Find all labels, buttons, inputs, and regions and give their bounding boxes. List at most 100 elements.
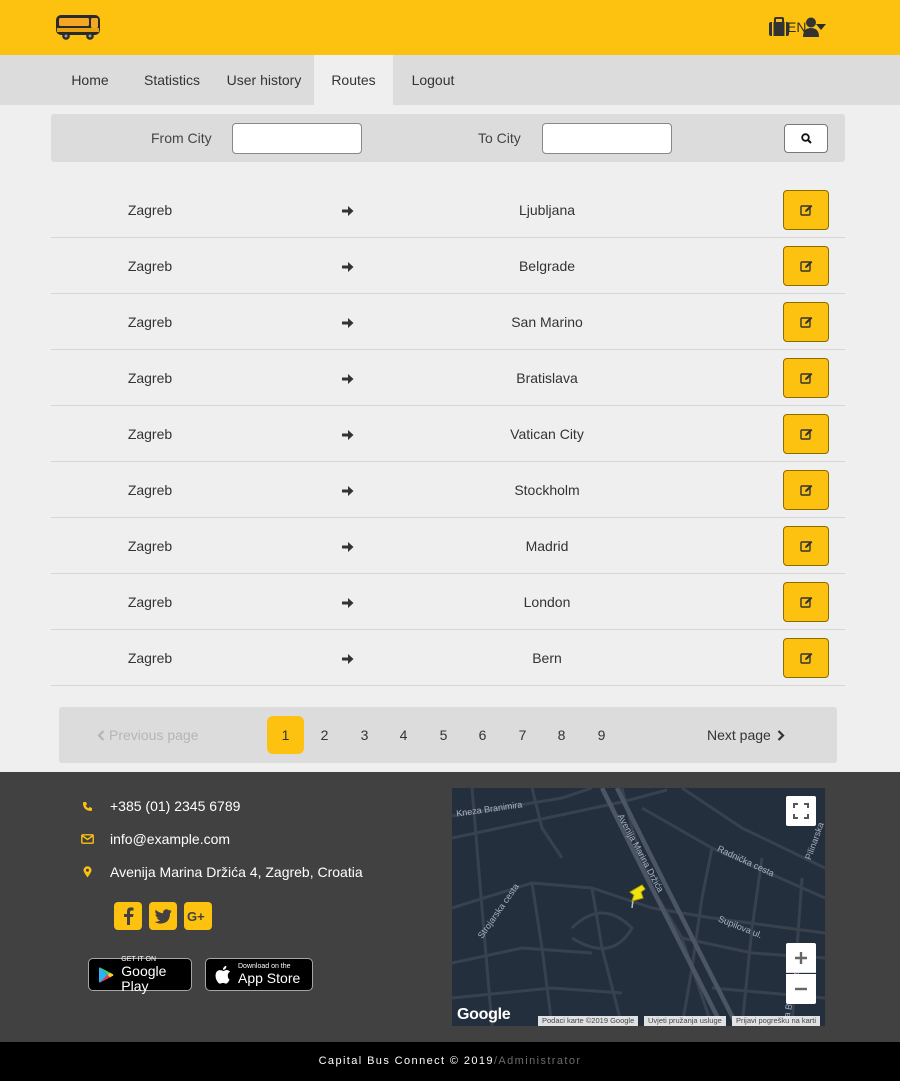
routes-list: Zagreb Ljubljana Zagreb Belgrade Zagreb … — [51, 182, 845, 686]
edit-route-button[interactable] — [783, 638, 829, 678]
route-to: Stockholm — [514, 482, 580, 498]
plus-icon — [795, 951, 807, 964]
top-header: EN — [0, 0, 900, 55]
route-from: Zagreb — [127, 202, 173, 218]
edit-icon — [799, 428, 812, 440]
route-to: Vatican City — [510, 426, 584, 442]
route-to: Bratislava — [516, 370, 578, 386]
route-search-panel: From City To City — [51, 114, 845, 162]
route-row: Zagreb Bratislava — [51, 350, 845, 406]
route-from: Zagreb — [127, 426, 173, 442]
previous-page-label: Previous page — [109, 727, 199, 743]
nav-routes[interactable]: Routes — [314, 55, 393, 105]
nav-logout[interactable]: Logout — [406, 55, 460, 105]
copyright-text: Capital Bus Connect © 2019 — [318, 1055, 494, 1067]
edit-route-button[interactable] — [783, 414, 829, 454]
from-city-input[interactable] — [232, 123, 362, 154]
edit-route-button[interactable] — [783, 582, 829, 622]
page-1[interactable]: 1 — [267, 716, 304, 754]
fullscreen-icon — [793, 803, 809, 819]
minus-icon — [795, 987, 807, 991]
route-row: Zagreb Madrid — [51, 518, 845, 574]
role-text: Administrator — [498, 1055, 582, 1067]
chevron-left-icon — [97, 729, 105, 741]
edit-icon — [799, 652, 812, 664]
phone-icon — [80, 799, 94, 813]
edit-route-button[interactable] — [783, 190, 829, 230]
arrow-right-icon — [342, 542, 354, 552]
page-2[interactable]: 2 — [306, 716, 343, 754]
address-text: Avenija Marina Držića 4, Zagreb, Croatia — [110, 864, 363, 880]
route-from: Zagreb — [127, 482, 173, 498]
arrow-right-icon — [342, 206, 354, 216]
edit-route-button[interactable] — [783, 358, 829, 398]
page-7[interactable]: 7 — [504, 716, 541, 754]
route-row: Zagreb Belgrade — [51, 238, 845, 294]
app-store-button[interactable]: Download on the App Store — [205, 958, 313, 991]
map-terms-link[interactable]: Uvjeti pružanja usluge — [644, 1016, 726, 1026]
arrow-right-icon — [342, 318, 354, 328]
arrow-right-icon — [342, 430, 354, 440]
google-play-button[interactable]: GET IT ON Google Play — [88, 956, 192, 994]
page-9[interactable]: 9 — [583, 716, 620, 754]
route-from: Zagreb — [127, 258, 173, 274]
from-city-label: From City — [151, 130, 212, 146]
bus-logo[interactable] — [54, 12, 104, 42]
main-nav: Home Statistics User history Routes Logo… — [0, 55, 900, 105]
page-8[interactable]: 8 — [543, 716, 580, 754]
edit-route-button[interactable] — [783, 526, 829, 566]
search-icon — [800, 133, 812, 144]
edit-icon — [799, 596, 812, 608]
arrow-right-icon — [342, 262, 354, 272]
to-city-input[interactable] — [542, 123, 672, 154]
nav-user-history[interactable]: User history — [226, 55, 302, 105]
to-city-label: To City — [478, 130, 521, 146]
route-to: Belgrade — [518, 258, 576, 274]
edit-icon — [799, 204, 812, 216]
edit-icon — [799, 260, 812, 272]
google-play-icon — [99, 966, 114, 983]
contact-email: info@example.com — [80, 831, 230, 847]
facebook-icon[interactable] — [114, 902, 142, 930]
page-3[interactable]: 3 — [346, 716, 383, 754]
email-text[interactable]: info@example.com — [110, 831, 230, 847]
search-button[interactable] — [784, 124, 828, 153]
page-5[interactable]: 5 — [425, 716, 462, 754]
route-from: Zagreb — [127, 594, 173, 610]
zoom-in-button[interactable] — [786, 943, 816, 973]
google-plus-icon[interactable]: G+ — [184, 902, 212, 930]
map-data-text: Podaci karte ©2019 Google — [538, 1016, 639, 1026]
page-4[interactable]: 4 — [385, 716, 422, 754]
envelope-icon — [80, 832, 94, 846]
location-map[interactable]: Kneza Branimira Avenija Marina Držića Ra… — [452, 788, 825, 1026]
google-play-big-text: Google Play — [121, 962, 167, 994]
map-report-link[interactable]: Prijavi pogrešku na karti — [732, 1016, 821, 1026]
page-6[interactable]: 6 — [464, 716, 501, 754]
route-row: Zagreb San Marino — [51, 294, 845, 350]
language-label: EN — [787, 19, 807, 35]
route-to: Bern — [532, 650, 562, 666]
fullscreen-button[interactable] — [786, 796, 816, 826]
previous-page-button: Previous page — [97, 727, 199, 743]
chevron-down-icon — [816, 24, 827, 30]
arrow-right-icon — [342, 374, 354, 384]
edit-route-button[interactable] — [783, 246, 829, 286]
google-logo: Google — [457, 1006, 511, 1023]
nav-home[interactable]: Home — [62, 55, 118, 105]
arrow-right-icon — [342, 654, 354, 664]
route-from: Zagreb — [127, 538, 173, 554]
map-pin-icon — [629, 884, 646, 908]
edit-icon — [799, 484, 812, 496]
edit-icon — [799, 316, 812, 328]
map-marker-icon — [80, 865, 94, 879]
edit-route-button[interactable] — [783, 470, 829, 510]
next-page-button[interactable]: Next page — [707, 727, 785, 743]
edit-route-button[interactable] — [783, 302, 829, 342]
route-to: San Marino — [511, 314, 583, 330]
nav-statistics[interactable]: Statistics — [140, 55, 204, 105]
twitter-icon[interactable] — [149, 902, 177, 930]
route-from: Zagreb — [127, 650, 173, 666]
language-selector[interactable]: EN — [787, 19, 827, 35]
route-to: Madrid — [525, 538, 569, 554]
zoom-out-button[interactable] — [786, 974, 816, 1004]
